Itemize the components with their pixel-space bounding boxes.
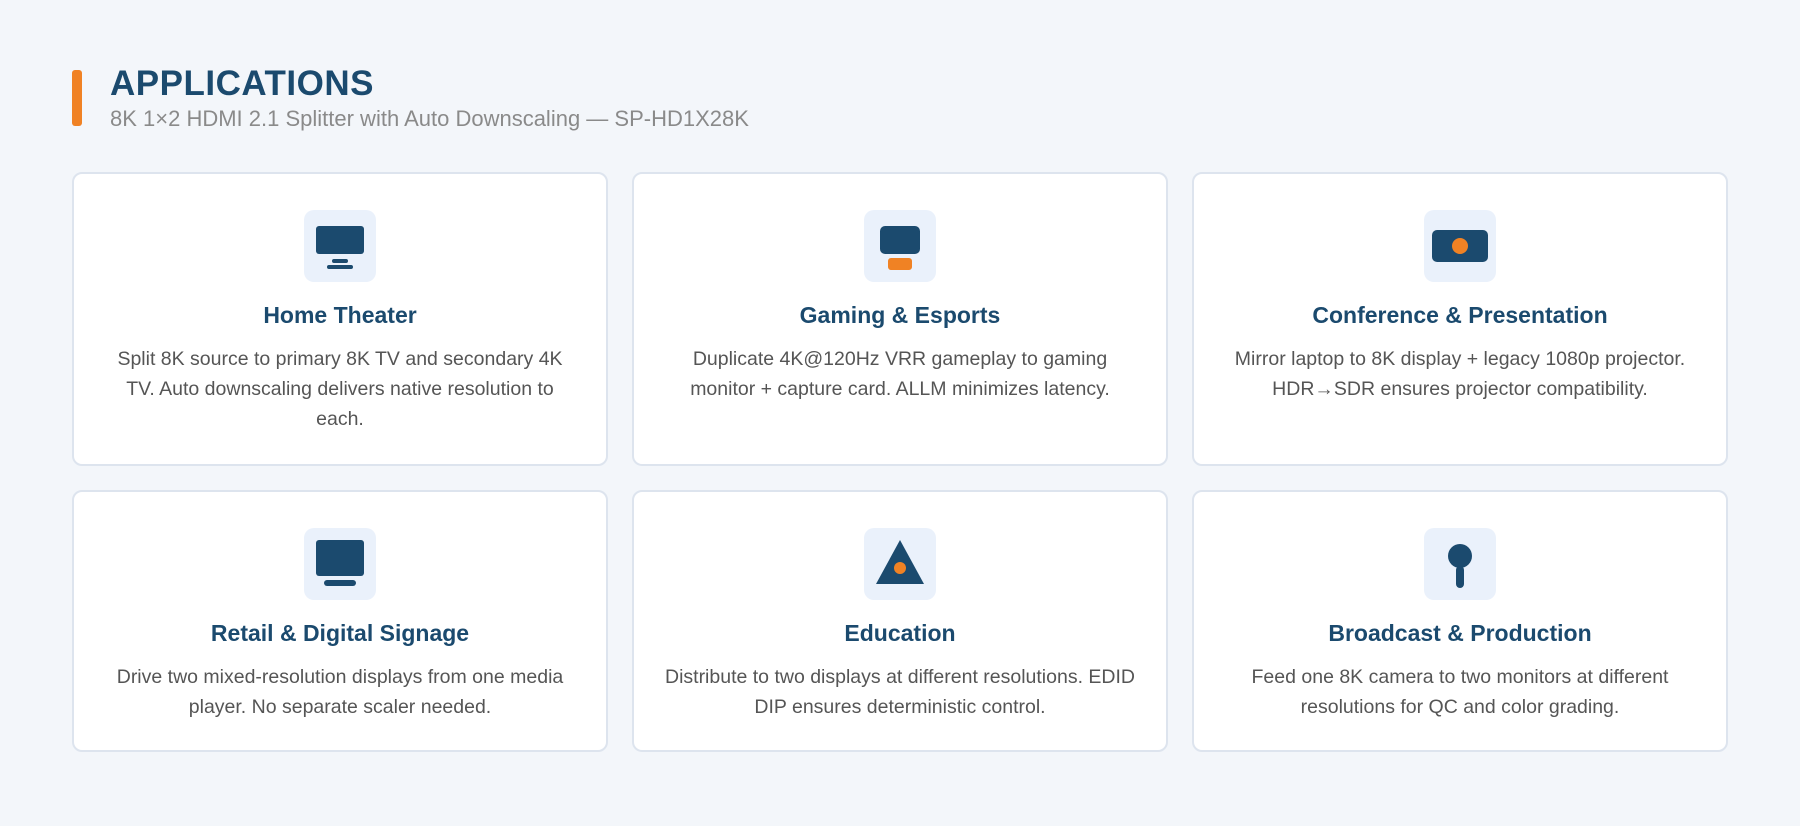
card-conference-presentation: Conference & Presentation Mirror laptop … (1192, 172, 1728, 466)
card-education: Education Distribute to two displays at … (632, 490, 1168, 752)
page-subtitle: 8K 1×2 HDMI 2.1 Splitter with Auto Downs… (110, 106, 749, 131)
accent-bar (72, 70, 82, 126)
page-title: APPLICATIONS (110, 64, 374, 103)
card-title: Home Theater (263, 302, 417, 328)
card-retail-digital-signage: Retail & Digital Signage Drive two mixed… (72, 490, 608, 752)
card-gaming-esports: Gaming & Esports Duplicate 4K@120Hz VRR … (632, 172, 1168, 466)
card-title: Gaming & Esports (799, 302, 1001, 328)
game-console-icon (864, 210, 936, 282)
projector-icon (1424, 210, 1496, 282)
education-icon (864, 528, 936, 600)
microphone-icon (1424, 528, 1496, 600)
card-home-theater: Home Theater Split 8K source to primary … (72, 172, 608, 466)
card-description: Drive two mixed-resolution displays from… (116, 666, 564, 718)
card-description: Feed one 8K camera to two monitors at di… (1251, 666, 1669, 718)
card-title: Retail & Digital Signage (210, 620, 470, 646)
card-broadcast-production: Broadcast & Production Feed one 8K camer… (1192, 490, 1728, 752)
card-title: Broadcast & Production (1328, 620, 1592, 646)
card-description: Split 8K source to primary 8K TV and sec… (117, 348, 563, 430)
card-title: Education (844, 620, 956, 646)
card-description: Duplicate 4K@120Hz VRR gameplay to gamin… (690, 348, 1110, 400)
signage-display-icon (304, 528, 376, 600)
tv-icon (304, 210, 376, 282)
card-title: Conference & Presentation (1312, 302, 1608, 328)
card-description: Distribute to two displays at different … (664, 666, 1136, 718)
card-description: Mirror laptop to 8K display + legacy 108… (1234, 348, 1686, 400)
